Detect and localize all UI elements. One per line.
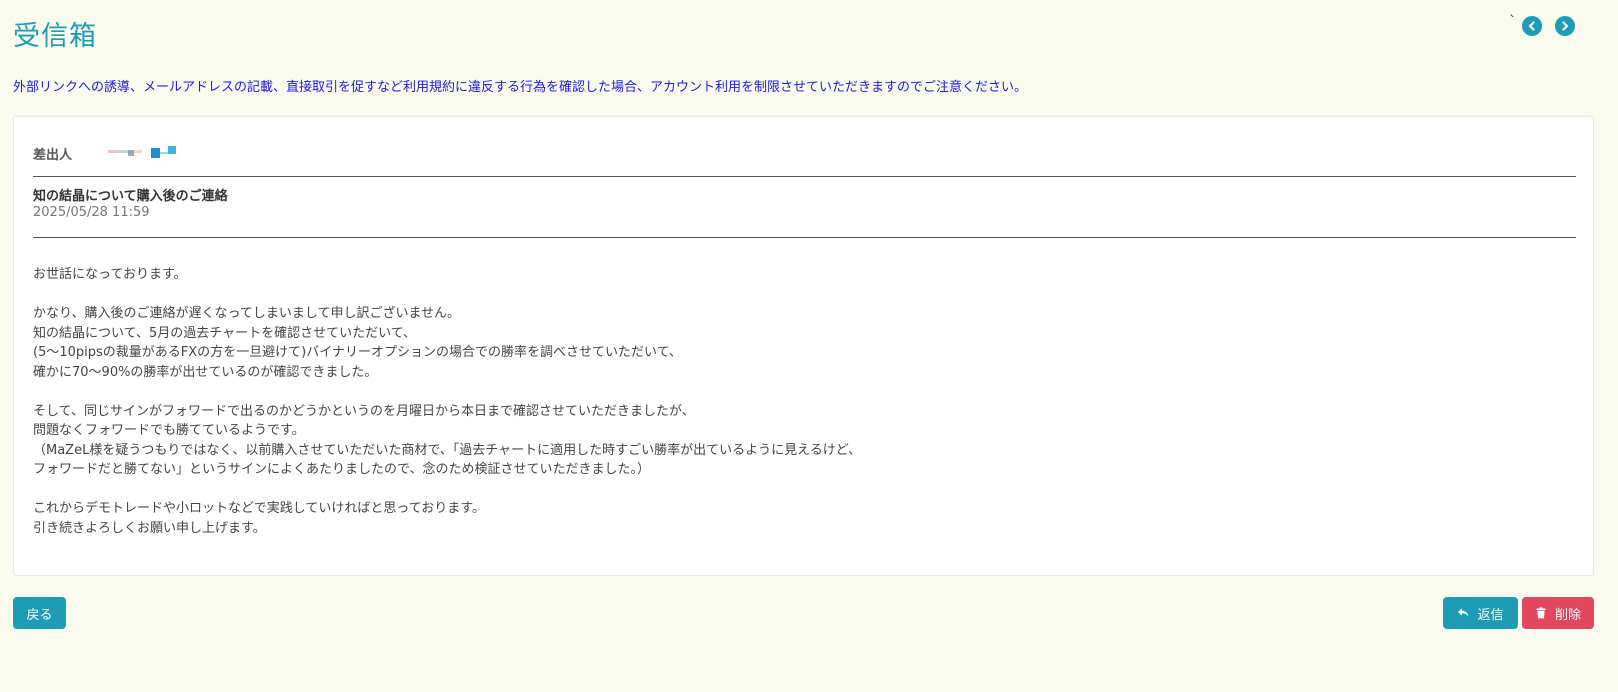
message-body-line	[33, 480, 861, 500]
message-body-line: 問題なくフォワードでも勝てているようです。	[33, 423, 305, 438]
back-button-label: 戻る	[26, 607, 53, 623]
message-body-line	[33, 382, 861, 402]
reply-icon	[1458, 608, 1469, 617]
message-subject: 知の結晶について購入後のご連絡	[33, 189, 228, 204]
message-body-line: （MaZeL様を疑うつもりではなく、以前購入させていただいた商材で、「過去チャー…	[33, 442, 862, 458]
terms-notice: 外部リンクへの誘導、メールアドレスの記載、直接取引を促すなど利用規約に違反する行…	[13, 80, 1028, 95]
message-card: 差出人 知の結晶について購入後のご連絡 2025/05/28 11:59 お世話…	[13, 116, 1594, 576]
message-body-line: かなり、購入後のご連絡が遅くなってしまいまして申し訳ございません。	[33, 306, 461, 321]
back-button[interactable]: 戻る	[13, 597, 66, 629]
body-divider	[33, 237, 1576, 238]
trash-icon	[1536, 607, 1546, 619]
header-divider	[33, 176, 1576, 177]
reply-button-label: 返信	[1477, 607, 1504, 623]
delete-button[interactable]: 削除	[1522, 597, 1594, 629]
message-body-line: (5～10pipsの裁量があるFXの方を一旦避けて)バイナリーオプションの場合で…	[33, 345, 682, 360]
sender-label: 差出人	[33, 148, 73, 163]
next-message-button[interactable]	[1555, 16, 1575, 36]
message-body-line: 確かに70～90%の勝率が出せているのが確認できました。	[33, 364, 378, 380]
message-body: お世話になっております。かなり、購入後のご連絡が遅くなってしまいまして申し訳ござ…	[33, 265, 861, 538]
message-date: 2025/05/28 11:59	[33, 205, 150, 220]
reply-button[interactable]: 返信	[1443, 597, 1518, 629]
message-body-line: これからデモトレードや小ロットなどで実践していければと思っております。	[33, 501, 486, 516]
inbox-page: 受信箱 ` 外部リンクへの誘導、メールアドレスの記載、直接取引を促すなど利用規約…	[0, 0, 1618, 692]
sender-name-redacted	[108, 146, 180, 160]
delete-button-label: 削除	[1554, 607, 1581, 623]
message-body-line: 知の結晶について、5月の過去チャートを確認させていただいて、	[33, 325, 417, 341]
nav-tick-mark: `	[1509, 14, 1516, 30]
chevron-left-circle-icon	[1528, 21, 1535, 31]
message-body-line: 引き続きよろしくお願い申し上げます。	[33, 520, 266, 536]
previous-message-button[interactable]	[1522, 16, 1542, 36]
sender-row: 差出人	[33, 144, 176, 164]
chevron-right-circle-icon	[1562, 21, 1569, 31]
message-body-line: そして、同じサインがフォワードで出るのかどうかというのを月曜日から本日まで確認さ…	[33, 403, 695, 419]
page-title: 受信箱	[13, 21, 97, 52]
message-body-line: お世話になっております。	[33, 267, 187, 282]
message-body-line: フォワードだと勝てない」というサインによくあたりましたので、念のため検証させてい…	[33, 462, 650, 477]
message-body-line	[33, 285, 861, 305]
